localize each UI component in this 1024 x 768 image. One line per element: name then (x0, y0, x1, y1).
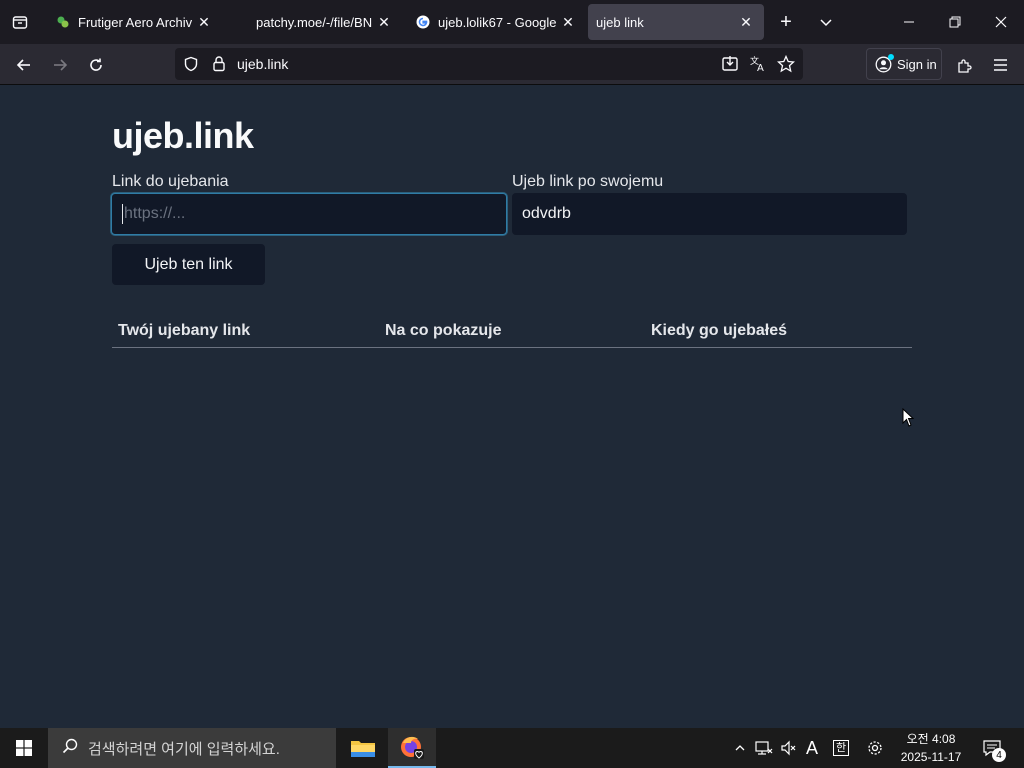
taskbar-search-box[interactable]: 검색하려면 여기에 입력하세요. (48, 728, 336, 768)
close-window-icon[interactable] (987, 8, 1015, 36)
tab-overview-icon[interactable] (6, 8, 34, 36)
notification-count-badge: 4 (992, 748, 1006, 762)
page-content: ujeb.link Link do ujebania https://... U… (0, 85, 1024, 728)
settings-gear-icon[interactable] (864, 728, 886, 768)
tab-label: ujeb.lolik67 - Google S (438, 14, 556, 30)
account-sign-in-button[interactable]: Sign in (866, 48, 942, 80)
clock-time: 오전 4:08 (906, 732, 956, 746)
extensions-puzzle-icon[interactable] (949, 50, 979, 80)
search-placeholder: 검색하려면 여기에 입력하세요. (88, 740, 280, 758)
tracking-protection-shield-icon[interactable] (183, 56, 199, 77)
link-input[interactable]: https://... (111, 193, 507, 235)
green-leaf-icon (56, 15, 70, 29)
custom-slug-label: Ujeb link po swojemu (512, 173, 664, 190)
close-tab-icon[interactable]: ✕ (556, 10, 580, 34)
bookmark-star-icon[interactable] (776, 54, 796, 78)
column-header-short-link: Twój ujebany link (118, 322, 251, 339)
notification-dot-icon (888, 53, 894, 60)
minimize-icon[interactable] (895, 8, 923, 36)
tab-bar: Frutiger Aero Archive ✕ patchy.moe/-/fil… (0, 0, 1024, 44)
links-table-header: Twój ujebany link Na co pokazuje Kiedy g… (112, 315, 912, 348)
tab-patchy-moe[interactable]: patchy.moe/-/file/BNin ✕ (244, 4, 402, 40)
google-icon (416, 15, 430, 29)
app-menu-hamburger-icon[interactable] (985, 50, 1015, 80)
svg-text:A: A (757, 63, 764, 72)
navigation-bar: ujeb.link 文A Sign in (0, 44, 1024, 85)
ime-hangul-mode-label: 한 (833, 740, 849, 756)
sign-in-label: Sign in (897, 56, 937, 72)
text-caret (122, 204, 123, 224)
show-hidden-icons-chevron-icon[interactable] (730, 728, 750, 768)
column-header-target: Na co pokazuje (385, 322, 502, 339)
volume-muted-icon[interactable] (778, 728, 800, 768)
action-center-notifications-icon[interactable]: 4 (980, 728, 1006, 768)
mouse-pointer-icon (902, 407, 915, 433)
account-avatar-icon (875, 53, 894, 73)
page-title: ujeb.link (112, 115, 254, 156)
tab-label: patchy.moe/-/file/BNin (256, 14, 372, 30)
reload-icon[interactable] (81, 50, 111, 80)
save-to-pocket-download-icon[interactable] (721, 55, 739, 78)
close-tab-icon[interactable]: ✕ (192, 10, 216, 34)
address-bar[interactable]: ujeb.link 文A (175, 48, 803, 80)
system-clock[interactable]: 오전 4:08 2025-11-17 (892, 730, 970, 766)
ime-language-indicator[interactable]: A (802, 728, 822, 768)
close-tab-icon[interactable]: ✕ (372, 10, 396, 34)
shorten-link-button[interactable]: Ujeb ten link (112, 244, 265, 285)
close-tab-icon[interactable]: ✕ (734, 10, 758, 34)
tab-google-search[interactable]: ujeb.lolik67 - Google S ✕ (404, 4, 586, 40)
link-field-label: Link do ujebania (112, 173, 229, 190)
translate-icon[interactable]: 文A (749, 54, 767, 76)
column-header-created: Kiedy go ujebałeś (651, 322, 788, 339)
lock-icon[interactable] (211, 55, 227, 77)
tab-label: Frutiger Aero Archive (78, 14, 192, 30)
network-disconnected-icon[interactable] (753, 728, 775, 768)
list-tabs-chevron-icon[interactable] (812, 8, 840, 36)
link-input-placeholder: https://... (124, 205, 186, 222)
url-text: ujeb.link (237, 56, 289, 72)
tab-label: ujeb link (596, 14, 644, 30)
firefox-app-icon[interactable] (388, 728, 436, 768)
tab-frutiger-aero[interactable]: Frutiger Aero Archive ✕ (44, 4, 222, 40)
restore-icon[interactable] (941, 8, 969, 36)
clock-date: 2025-11-17 (900, 750, 962, 764)
custom-slug-value: odvdrb (522, 205, 571, 222)
search-icon (62, 738, 78, 758)
new-tab-icon[interactable]: + (772, 8, 800, 36)
windows-taskbar: 검색하려면 여기에 입력하세요. A 한 오전 4:08 2025-11-17 … (0, 728, 1024, 768)
file-explorer-icon[interactable] (339, 728, 387, 768)
tab-ujeb-link[interactable]: ujeb link ✕ (588, 4, 764, 40)
windows-start-icon[interactable] (0, 728, 48, 768)
back-arrow-icon[interactable] (9, 50, 39, 80)
forward-arrow-icon[interactable] (45, 50, 75, 80)
ime-hangul-mode-icon[interactable]: 한 (830, 728, 852, 768)
custom-slug-input[interactable]: odvdrb (512, 193, 907, 235)
